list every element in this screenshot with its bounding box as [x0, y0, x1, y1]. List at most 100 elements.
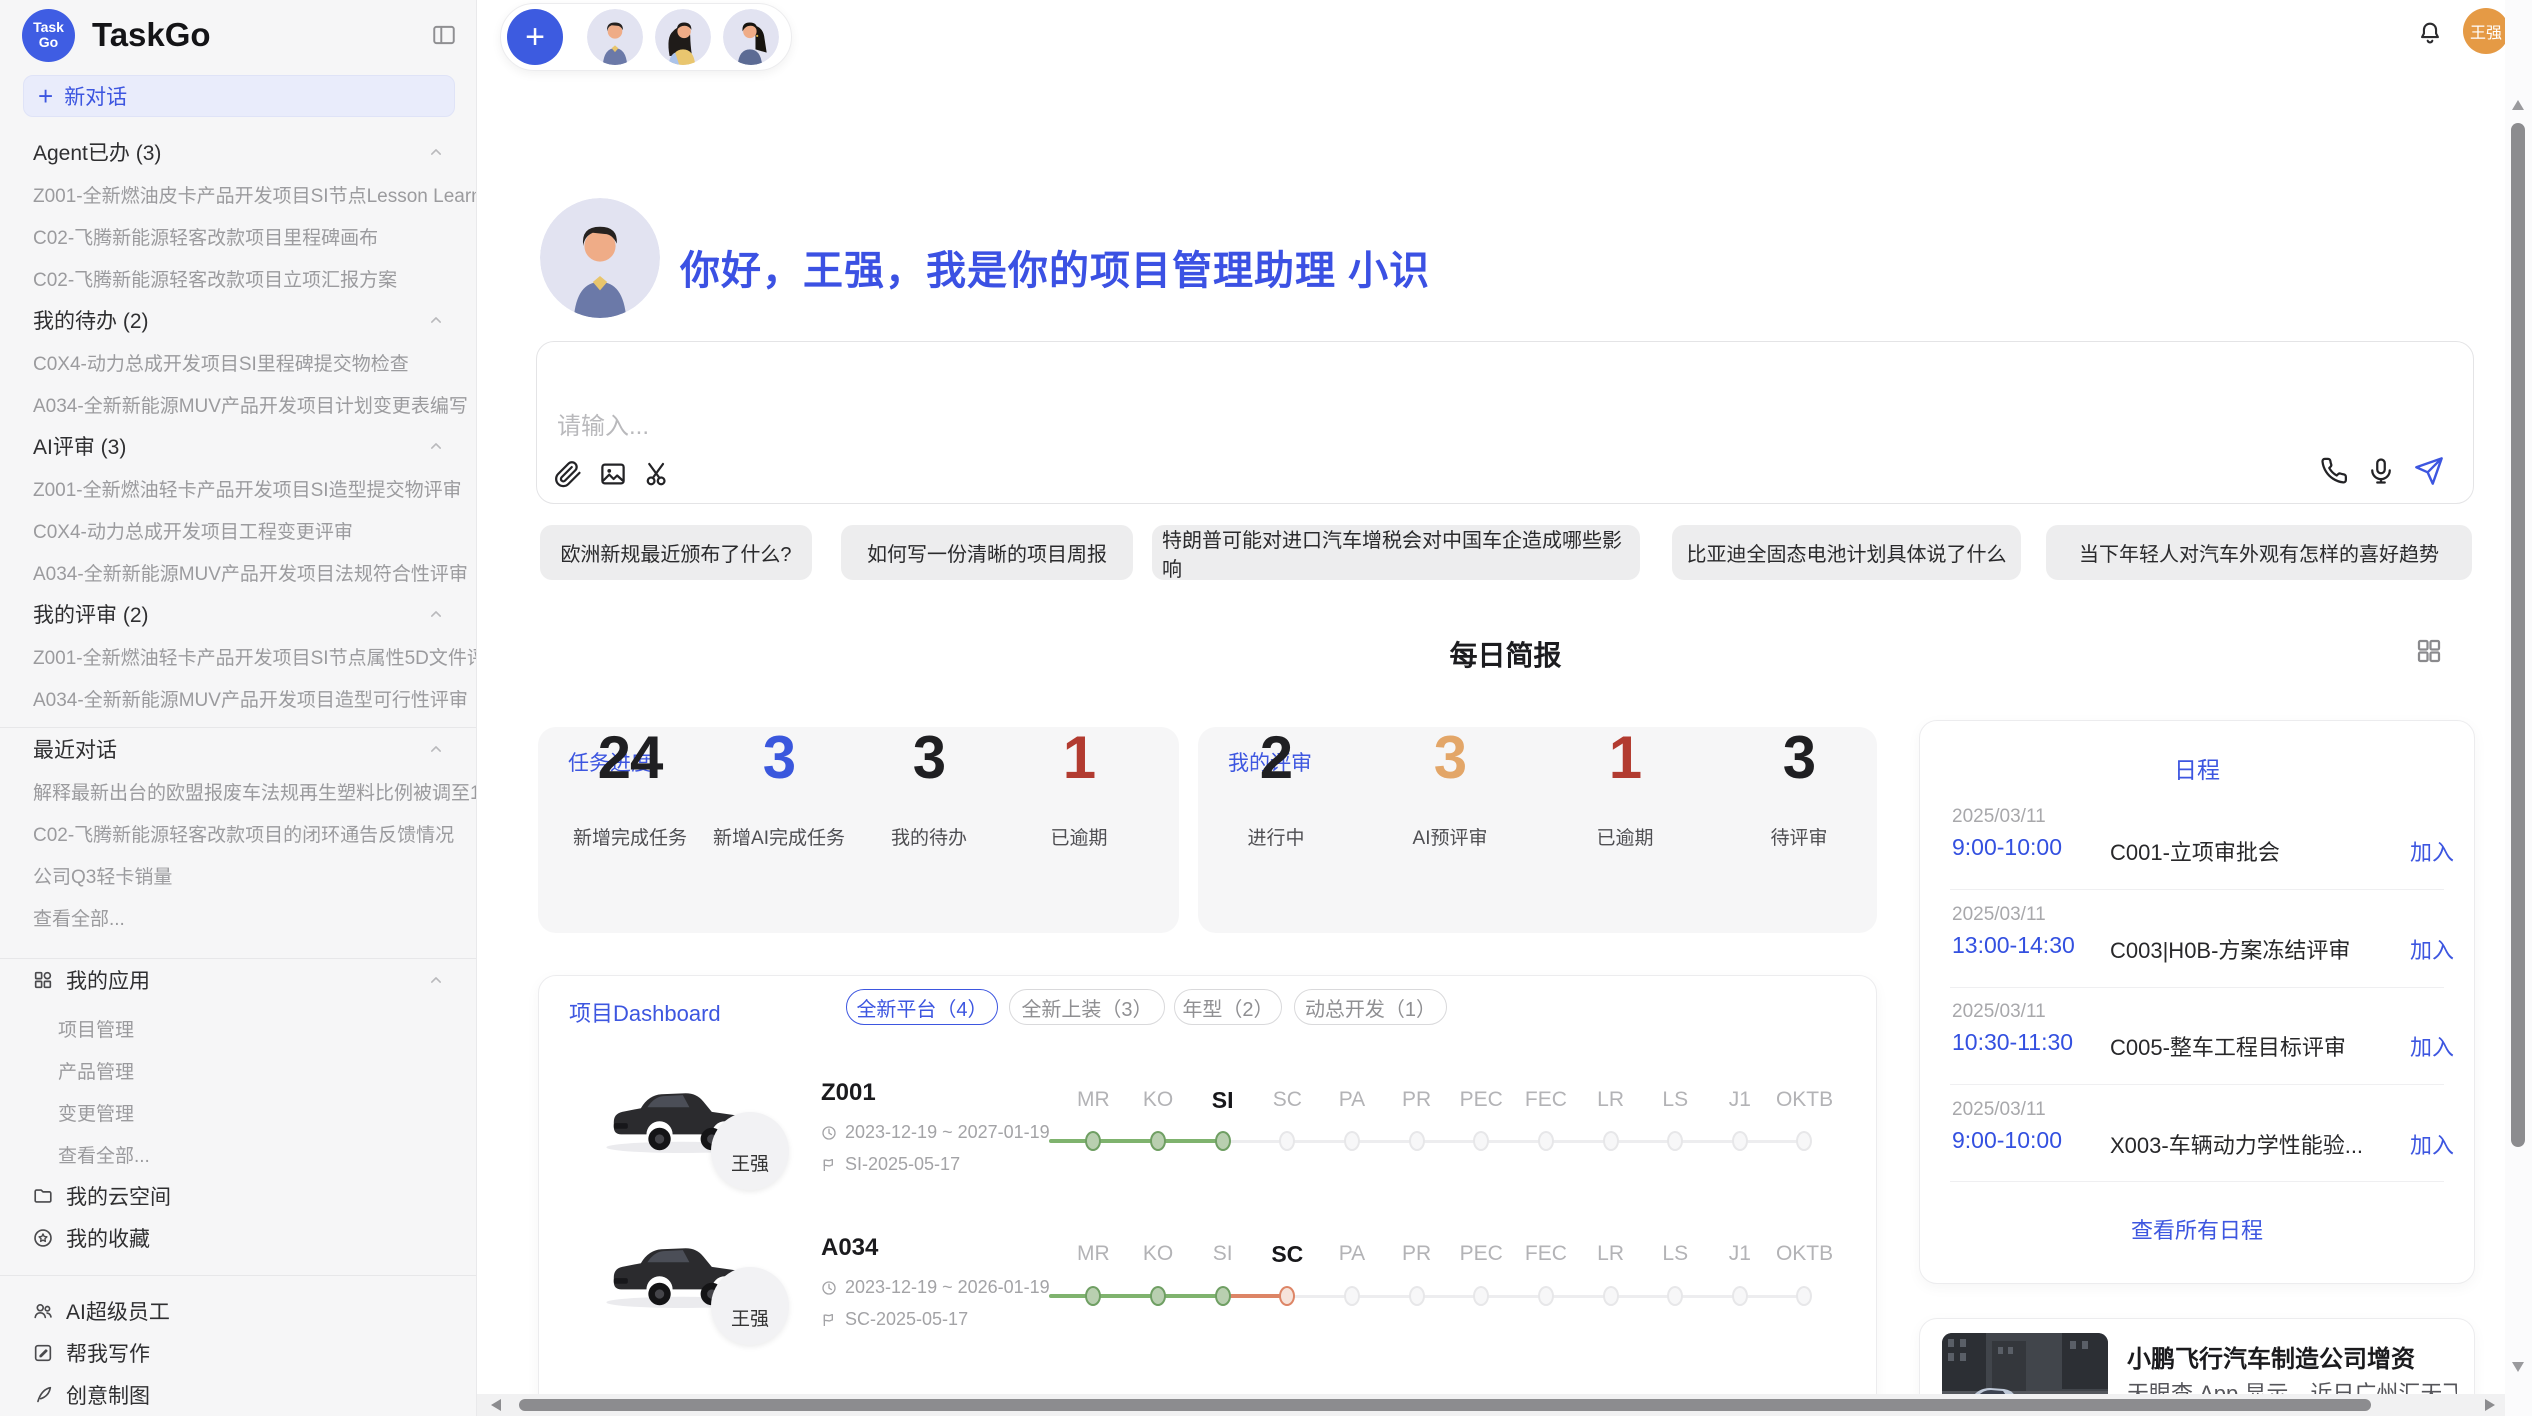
scroll-up-arrow-icon[interactable] [2512, 100, 2524, 110]
clock-icon [821, 1280, 837, 1296]
chevron-up-icon[interactable] [426, 436, 446, 456]
chevron-up-icon[interactable] [426, 310, 446, 330]
tab-powertrain[interactable]: 动总开发（1） [1294, 989, 1447, 1025]
avatar[interactable] [723, 9, 779, 65]
image-icon[interactable] [598, 459, 628, 489]
list-item[interactable]: C0X4-动力总成开发项目SI里程碑提交物检查 [0, 341, 476, 383]
layout-grid-icon[interactable] [2414, 636, 2444, 666]
section-my-review[interactable]: 我的评审 (2) [0, 593, 476, 635]
greeting-text: 你好，王强，我是你的项目管理助理 小识 [680, 238, 1430, 296]
list-item[interactable]: A034-全新新能源MUV产品开发项目法规符合性评审 [0, 551, 476, 593]
view-all-chats[interactable]: 查看全部... [0, 896, 476, 938]
sidebar-item-ai-employee[interactable]: AI超级员工 [0, 1290, 476, 1332]
scroll-left-arrow-icon[interactable] [491, 1399, 501, 1411]
list-item[interactable]: C02-飞腾新能源轻客改款项目里程碑画布 [0, 215, 476, 257]
list-item[interactable]: 公司Q3轻卡销量 [0, 854, 476, 896]
stat-label: 进行中 [1247, 823, 1304, 850]
microphone-icon[interactable] [2366, 456, 2396, 486]
scroll-down-arrow-icon[interactable] [2512, 1362, 2524, 1372]
news-title: 小鹏飞行汽车制造公司增资 [2127, 1339, 2415, 1374]
sidebar-item-cloud-space[interactable]: 我的云空间 [0, 1175, 476, 1217]
stat-value: 1 [1050, 727, 1107, 789]
section-agent-done[interactable]: Agent已办 (3) [0, 131, 476, 173]
join-link[interactable]: 加入 [2410, 1030, 2454, 1062]
suggestion-chip[interactable]: 如何写一份清晰的项目周报 [841, 525, 1133, 580]
timeline-progress [1049, 1294, 1223, 1298]
horizontal-scroll-thumb[interactable] [519, 1399, 2371, 1411]
schedule-time: 9:00-10:00 [1952, 1127, 2062, 1154]
section-ai-review[interactable]: AI评审 (3) [0, 425, 476, 467]
schedule-time: 10:30-11:30 [1952, 1029, 2073, 1056]
attachment-icon[interactable] [553, 459, 583, 489]
project-code[interactable]: Z001 [821, 1079, 876, 1107]
chevron-up-icon[interactable] [426, 604, 446, 624]
scroll-right-arrow-icon[interactable] [2485, 1399, 2495, 1411]
chat-input-box[interactable]: 请输入... [536, 341, 2474, 504]
list-item[interactable]: Z001-全新燃油皮卡产品开发项目SI节点Lesson Learn报告 [0, 173, 476, 215]
new-chat-label: 新对话 [64, 81, 127, 111]
chevron-up-icon[interactable] [426, 142, 446, 162]
avatar[interactable] [587, 9, 643, 65]
sidebar-item-favorites[interactable]: 我的收藏 [0, 1217, 476, 1259]
horizontal-scrollbar[interactable] [477, 1394, 2505, 1416]
tab-new-body[interactable]: 全新上装（3） [1009, 989, 1165, 1025]
suggestion-chip[interactable]: 当下年轻人对汽车外观有怎样的喜好趋势 [2046, 525, 2472, 580]
suggestion-chip[interactable]: 欧洲新规最近颁布了什么? [540, 525, 812, 580]
new-chat-button[interactable]: + 新对话 [23, 75, 455, 117]
stat-label: AI预评审 [1413, 823, 1488, 850]
sidebar-item-change-mgmt[interactable]: 变更管理 [0, 1091, 476, 1133]
view-all-schedule-link[interactable]: 查看所有日程 [1920, 1213, 2474, 1245]
sidebar-header: Task Go TaskGo [0, 0, 476, 70]
avatar[interactable] [655, 9, 711, 65]
view-all-apps[interactable]: 查看全部... [0, 1133, 476, 1175]
list-item[interactable]: C02-飞腾新能源轻客改款项目立项汇报方案 [0, 257, 476, 299]
list-item[interactable]: C0X4-动力总成开发项目工程变更评审 [0, 509, 476, 551]
section-my-apps[interactable]: 我的应用 [0, 959, 476, 1001]
owner-avatar: 王强 [711, 1112, 789, 1190]
list-item[interactable]: Z001-全新燃油轻卡产品开发项目SI造型提交物评审 [0, 467, 476, 509]
list-item[interactable]: A034-全新新能源MUV产品开发项目造型可行性评审 [0, 677, 476, 719]
join-link[interactable]: 加入 [2410, 835, 2454, 867]
list-item[interactable]: 解释最新出台的欧盟报废车法规再生塑料比例被调至15%... [0, 770, 476, 812]
my-review-card: 我的评审 2进行中 3AI预评审 1已逾期 3待评审 [1198, 727, 1877, 933]
sidebar-item-help-writing[interactable]: 帮我写作 [0, 1332, 476, 1374]
project-dates: 2023-12-19 ~ 2026-01-19 [821, 1277, 1050, 1298]
chevron-up-icon[interactable] [426, 970, 446, 990]
project-dashboard-card: 项目Dashboard 全新平台（4） 全新上装（3） 年型（2） 动总开发（1… [538, 975, 1877, 1416]
suggestion-chip[interactable]: 比亚迪全固态电池计划具体说了什么 [1672, 525, 2021, 580]
list-item[interactable]: C02-飞腾新能源轻客改款项目的闭环通告反馈情况 [0, 812, 476, 854]
vertical-scroll-thumb[interactable] [2511, 123, 2525, 1147]
sidebar-item-project-mgmt[interactable]: 项目管理 [0, 1007, 476, 1049]
scissors-icon[interactable] [643, 459, 673, 489]
dashboard-title: 项目Dashboard [569, 996, 721, 1028]
sidebar-item-creative-drawing[interactable]: 创意制图 [0, 1374, 476, 1416]
phone-icon[interactable] [2319, 456, 2349, 486]
suggestion-chip[interactable]: 特朗普可能对进口汽车增税会对中国车企造成哪些影响 [1152, 525, 1640, 580]
stat-label: 新增完成任务 [573, 823, 687, 850]
sidebar: Task Go TaskGo + 新对话 Agent已办 (3) Z001-全新… [0, 0, 477, 1416]
chevron-up-icon[interactable] [426, 739, 446, 759]
task-progress-card: 任务进度 24新增完成任务 3新增AI完成任务 3我的待办 1已逾期 [538, 727, 1179, 933]
vertical-scrollbar[interactable] [2505, 0, 2532, 1416]
section-my-todo[interactable]: 我的待办 (2) [0, 299, 476, 341]
divider [1950, 1181, 2444, 1182]
milestone-labels: MRKOSISCPAPRPECFECLRLSJ1OKTB [1061, 1086, 1837, 1114]
plus-icon: + [38, 83, 53, 109]
send-icon[interactable] [2413, 455, 2445, 487]
join-link[interactable]: 加入 [2410, 1128, 2454, 1160]
bell-icon[interactable] [2416, 19, 2444, 47]
project-code[interactable]: A034 [821, 1234, 878, 1262]
schedule-name: C001-立项审批会 [2110, 835, 2280, 867]
list-item[interactable]: Z001-全新燃油轻卡产品开发项目SI节点属性5D文件评审 [0, 635, 476, 677]
sidebar-item-product-mgmt[interactable]: 产品管理 [0, 1049, 476, 1091]
list-item[interactable]: A034-全新新能源MUV产品开发项目计划变更表编写 [0, 383, 476, 425]
tab-all-platform[interactable]: 全新平台（4） [846, 989, 998, 1025]
sidebar-collapse-icon[interactable] [430, 22, 458, 48]
tab-year-model[interactable]: 年型（2） [1174, 989, 1282, 1025]
join-link[interactable]: 加入 [2410, 933, 2454, 965]
add-assistant-button[interactable]: + [507, 9, 563, 65]
section-recent-chats[interactable]: 最近对话 [0, 728, 476, 770]
schedule-date: 2025/03/11 [1952, 806, 2046, 828]
user-avatar[interactable]: 王强 [2463, 8, 2509, 54]
schedule-title: 日程 [1920, 751, 2474, 785]
